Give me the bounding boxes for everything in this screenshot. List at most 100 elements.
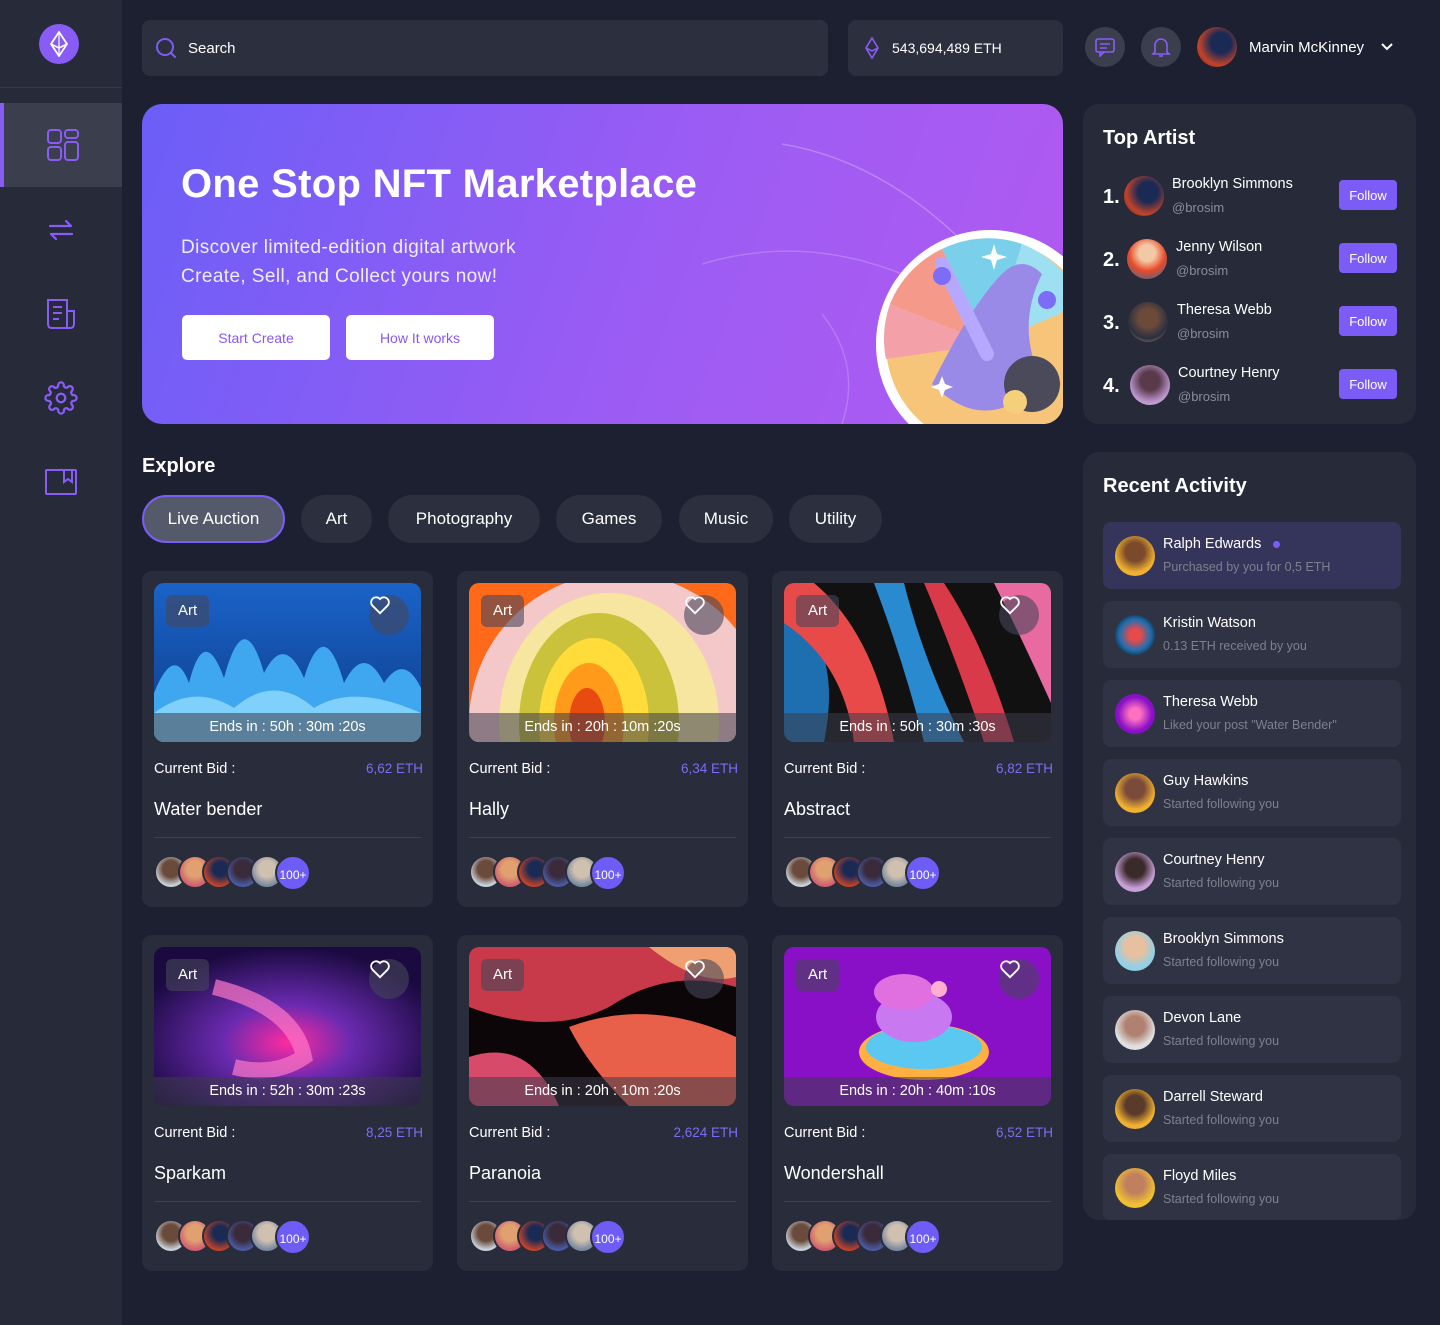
sidebar-item-transfer[interactable]: [0, 188, 122, 272]
activity-name: Floyd Miles: [1163, 1168, 1237, 1184]
artist-row: 2. Jenny Wilson @brosim Follow: [1103, 239, 1397, 285]
how-it-works-button[interactable]: How It works: [346, 315, 494, 360]
nft-image[interactable]: Art Ends in : 52h : 30m :23s: [154, 947, 421, 1106]
activity-text: Purchased by you for 0,5 ETH: [1163, 560, 1331, 574]
artist-rank: 1.: [1103, 186, 1120, 208]
activity-item[interactable]: Theresa Webb Liked your post "Water Bende…: [1103, 680, 1401, 747]
nft-title: Wondershall: [784, 1163, 884, 1183]
sidebar-item-dashboard[interactable]: [0, 103, 122, 187]
notifications-button[interactable]: [1141, 27, 1181, 67]
messages-button[interactable]: [1085, 27, 1125, 67]
bidder-avatars[interactable]: 100+: [469, 1219, 669, 1255]
chip-photography[interactable]: Photography: [388, 495, 540, 543]
category-tag: Art: [166, 595, 210, 627]
activity-item[interactable]: Guy Hawkins Started following you: [1103, 759, 1401, 826]
bidder-avatars[interactable]: 100+: [469, 855, 669, 891]
sidebar-item-bookmarks[interactable]: [0, 440, 122, 524]
favorite-button[interactable]: [999, 595, 1039, 635]
nft-card[interactable]: Art Ends in : 20h : 10m :20s Current Bid :…: [457, 571, 748, 907]
artist-name: Brooklyn Simmons: [1172, 176, 1293, 192]
dashboard-icon: [47, 129, 79, 161]
sidebar-item-settings[interactable]: [0, 356, 122, 440]
auction-countdown: Ends in : 20h : 40m :10s: [784, 1077, 1051, 1106]
follow-button[interactable]: Follow: [1339, 369, 1397, 399]
user-menu[interactable]: Marvin McKinney: [1197, 27, 1394, 67]
chip-utility[interactable]: Utility: [789, 495, 882, 543]
favorite-button[interactable]: [369, 959, 409, 999]
activity-name: Kristin Watson: [1163, 615, 1256, 631]
avatar: [1124, 176, 1164, 216]
favorite-button[interactable]: [369, 595, 409, 635]
hero-subtitle-line1: Discover limited-edition digital artwork: [181, 237, 516, 258]
nft-card[interactable]: Art Ends in : 20h : 10m :20s Current Bid :…: [457, 935, 748, 1271]
chip-music[interactable]: Music: [679, 495, 773, 543]
search-bar[interactable]: [142, 20, 828, 76]
avatar: [1115, 931, 1155, 971]
bookmark-icon: [45, 469, 77, 495]
nft-card[interactable]: Art Ends in : 50h : 30m :30s Current Bid :…: [772, 571, 1063, 907]
follow-button[interactable]: Follow: [1339, 243, 1397, 273]
ethereum-logo-icon[interactable]: [39, 24, 79, 64]
ethereum-icon: [865, 37, 879, 59]
bidder-avatars[interactable]: 100+: [784, 1219, 984, 1255]
auction-countdown: Ends in : 50h : 30m :20s: [154, 713, 421, 742]
nft-image[interactable]: Art Ends in : 50h : 30m :20s: [154, 583, 421, 742]
card-divider: [469, 1201, 736, 1202]
chip-games[interactable]: Games: [556, 495, 662, 543]
follow-button[interactable]: Follow: [1339, 306, 1397, 336]
bid-value: 6,62 ETH: [365, 761, 423, 776]
favorite-button[interactable]: [684, 959, 724, 999]
activity-item[interactable]: Devon Lane Started following you: [1103, 996, 1401, 1063]
search-icon: [156, 38, 176, 58]
category-tag: Art: [796, 595, 840, 627]
activity-item[interactable]: Darrell Steward Started following you: [1103, 1075, 1401, 1142]
search-input[interactable]: [188, 39, 788, 57]
nft-image[interactable]: Art Ends in : 20h : 10m :20s: [469, 947, 736, 1106]
chip-live-auction[interactable]: Live Auction: [142, 495, 285, 543]
bidder-avatars[interactable]: 100+: [784, 855, 984, 891]
artist-rank: 2.: [1103, 249, 1120, 271]
nft-image[interactable]: Art Ends in : 20h : 40m :10s: [784, 947, 1051, 1106]
artist-row: 4. Courtney Henry @brosim Follow: [1103, 365, 1397, 411]
sidebar-item-documents[interactable]: [0, 272, 122, 356]
favorite-button[interactable]: [684, 595, 724, 635]
nft-card[interactable]: Art Ends in : 20h : 40m :10s Current Bid :…: [772, 935, 1063, 1271]
artist-row: 1. Brooklyn Simmons @brosim Follow: [1103, 176, 1397, 222]
avatar: [1130, 365, 1170, 405]
bidder-avatars[interactable]: 100+: [154, 1219, 354, 1255]
top-artist-title: Top Artist: [1103, 127, 1196, 149]
start-create-button[interactable]: Start Create: [182, 315, 330, 360]
nft-title: Paranoia: [469, 1163, 542, 1183]
user-avatar: [1197, 27, 1237, 67]
nft-card[interactable]: Art Ends in : 52h : 30m :23s Current Bid :…: [142, 935, 433, 1271]
unread-indicator: [1273, 540, 1281, 548]
activity-item[interactable]: Brooklyn Simmons Started following you: [1103, 917, 1401, 984]
activity-text: Started following you: [1163, 876, 1280, 890]
activity-item[interactable]: Kristin Watson 0.13 ETH received by you: [1103, 601, 1401, 668]
artist-rank: 3.: [1103, 312, 1120, 334]
nft-image[interactable]: Art Ends in : 20h : 10m :20s: [469, 583, 736, 742]
bidder-avatars[interactable]: 100+: [154, 855, 354, 891]
activity-item[interactable]: Ralph Edwards Purchased by you for 0,5 ET…: [1103, 522, 1401, 589]
sidebar: [0, 0, 122, 1325]
nft-image[interactable]: Art Ends in : 50h : 30m :30s: [784, 583, 1051, 742]
artist-name: Jenny Wilson: [1176, 239, 1263, 255]
avatar: [1115, 615, 1155, 655]
heart-icon: [370, 596, 390, 615]
chip-art[interactable]: Art: [301, 495, 372, 543]
avatar: [1115, 694, 1155, 734]
card-divider: [154, 837, 421, 838]
activity-item[interactable]: Floyd Miles Started following you: [1103, 1154, 1401, 1220]
activity-item[interactable]: Courtney Henry Started following you: [1103, 838, 1401, 905]
more-bidders-badge: 100+: [905, 855, 941, 891]
avatar: [1115, 852, 1155, 892]
bid-label: Current Bid :: [469, 1125, 551, 1141]
chat-icon: [1095, 38, 1115, 57]
nft-card[interactable]: Art Ends in : 50h : 30m :20s Current Bid :…: [142, 571, 433, 907]
follow-button[interactable]: Follow: [1339, 180, 1397, 210]
avatar: [1115, 1089, 1155, 1129]
favorite-button[interactable]: [999, 959, 1039, 999]
hero-subtitle-line2: Create, Sell, and Collect yours now!: [181, 266, 498, 287]
activity-name: Ralph Edwards: [1163, 536, 1262, 552]
auction-countdown: Ends in : 50h : 30m :30s: [784, 713, 1051, 742]
